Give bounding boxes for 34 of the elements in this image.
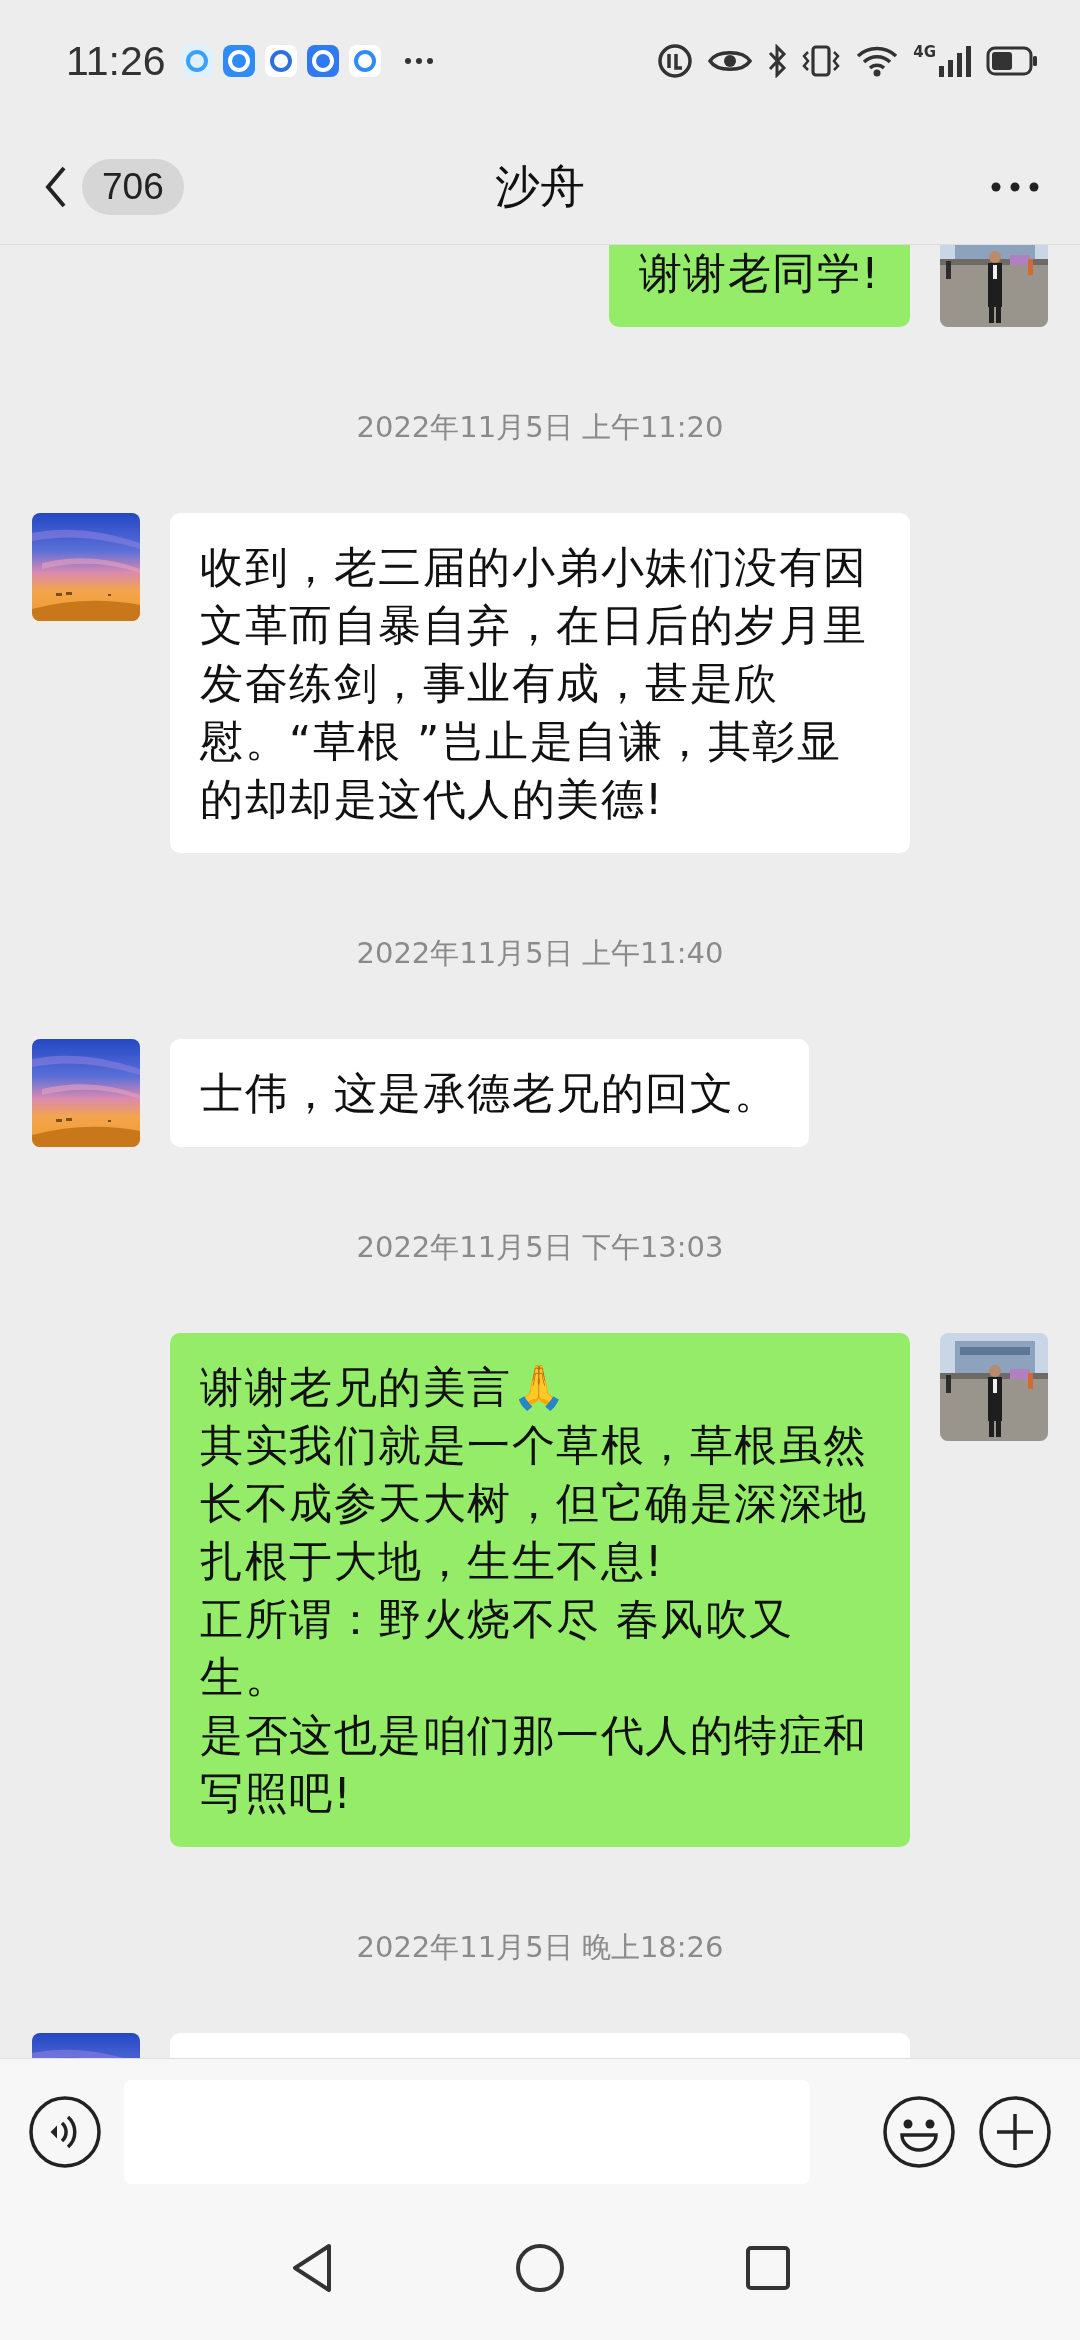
message-text: 士伟，这是承德老兄的回文。 — [200, 1067, 779, 1120]
app-notification-icon — [347, 44, 382, 78]
message-text: 收到，老三届的小弟小妹们没有因文革而自暴自弃，在日后的岁月里发奋练剑，事业有成，甚是欣慰。“草根 ”岂止是自谦，其彰显的却却是这代人的美德! — [200, 541, 869, 826]
timestamp: 2022年11月5日 上午11:20 — [356, 409, 724, 446]
network-type: 4G — [913, 44, 936, 60]
plus-icon[interactable] — [978, 2095, 1052, 2169]
battery-icon — [986, 46, 1038, 76]
signal-icon — [938, 44, 972, 78]
vibrate-icon — [801, 44, 842, 78]
unread-count-badge[interactable]: 706 — [82, 159, 184, 215]
emoji-icon[interactable] — [882, 2095, 956, 2169]
timestamp: 2022年11月5日 下午13:03 — [356, 1229, 724, 1266]
voice-icon[interactable] — [28, 2095, 102, 2169]
bluetooth-icon — [767, 44, 788, 78]
clock-time: 11:26 — [66, 37, 166, 85]
message-text: 其实我们就是一个草根，草根虽然长不成参天大树，但它确是深深地扎根于大地，生生不息! — [200, 1419, 869, 1588]
recents-icon[interactable] — [745, 2244, 791, 2291]
app-notification-icon — [179, 44, 214, 78]
app-notification-icon — [221, 44, 256, 78]
nfc-icon — [657, 43, 694, 79]
wifi-icon — [855, 44, 900, 78]
message-text: 正所谓：野火烧不尽 春风吹又生。 — [200, 1593, 795, 1704]
app-notification-icon — [263, 44, 298, 78]
more-options-icon[interactable] — [990, 181, 1040, 193]
message-text: 是否这也是咱们那一代人的特症和写照吧! — [200, 1709, 869, 1820]
message-text: 谢谢老同学! — [638, 247, 880, 300]
home-icon[interactable] — [515, 2242, 565, 2293]
more-notifications-icon — [403, 56, 434, 66]
message-text: 谢谢老兄的美言🙏 — [200, 1361, 568, 1414]
back-icon[interactable] — [44, 165, 68, 209]
chat-title: 沙舟 — [494, 159, 586, 215]
app-notification-icon — [305, 44, 340, 78]
timestamp: 2022年11月5日 上午11:40 — [356, 935, 724, 972]
timestamp: 2022年11月5日 晚上18:26 — [356, 1929, 724, 1966]
